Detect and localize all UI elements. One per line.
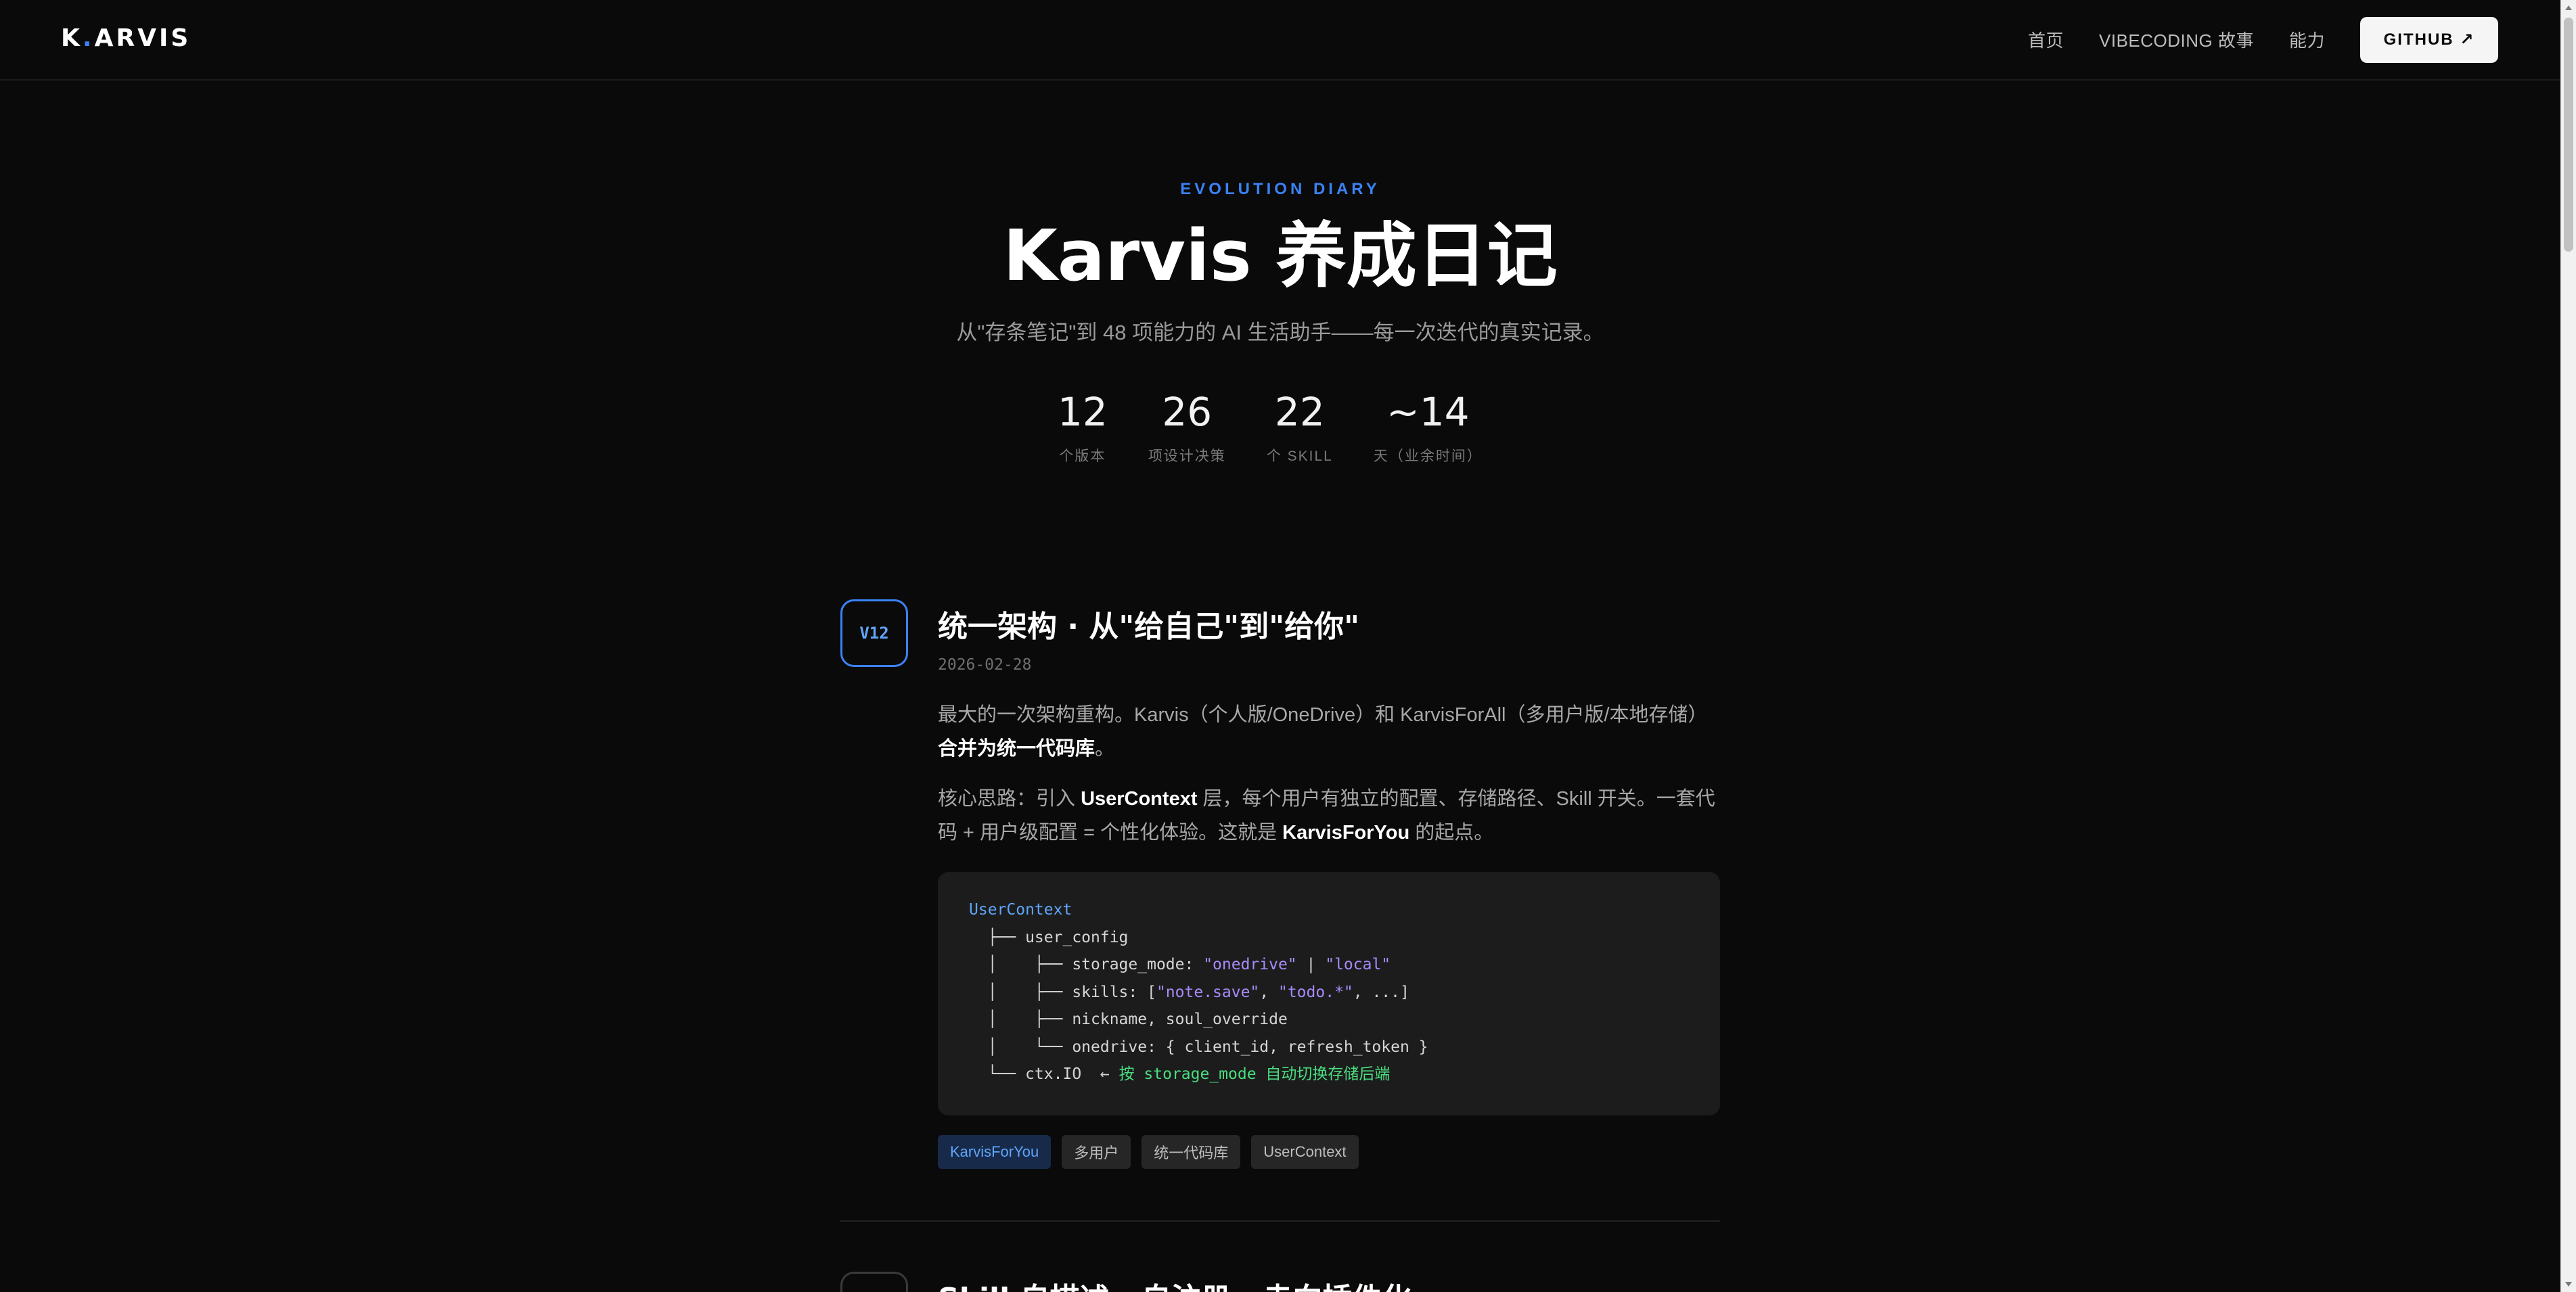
stat-decisions: 26 项设计决策 [1148, 388, 1226, 465]
stat-versions: 12 个版本 [1058, 388, 1108, 465]
version-badge [840, 1272, 908, 1292]
scroll-down-arrow-icon[interactable] [2565, 1282, 2572, 1287]
nav-link-vibecoding-story[interactable]: VIBECODING 故事 [2099, 27, 2254, 52]
hero-eyebrow: EVOLUTION DIARY [1180, 180, 1380, 198]
divider [840, 1220, 1720, 1222]
tag[interactable]: KarvisForYou [938, 1135, 1052, 1169]
tag[interactable]: 多用户 [1062, 1135, 1131, 1169]
page: K.ARVIS 首页 VIBECODING 故事 能力 GITHUB ↗ EVO… [0, 0, 2560, 1292]
paragraph-text: 的起点。 [1409, 822, 1494, 844]
stat-value: 26 [1162, 389, 1213, 435]
entry-date: 2026-02-28 [938, 656, 1032, 674]
code-line: ├── user_config [969, 928, 1129, 946]
paragraph-text: 最大的一次架构重构。Karvis（个人版/OneDrive）和 KarvisFo… [938, 704, 1708, 726]
tag-list: KarvisForYou 多用户 统一代码库 UserContext [938, 1135, 1370, 1169]
nav-link-home[interactable]: 首页 [2028, 27, 2064, 52]
logo[interactable]: K.ARVIS [61, 24, 191, 52]
code-line: │ ├── nickname, soul_override [969, 1011, 1288, 1028]
paragraph-text: 核心思路：引入 [938, 788, 1081, 810]
stat-days: ~14 天（业余时间） [1374, 388, 1483, 465]
code-line: └── ctx.IO ← 按 storage_mode 自动切换存储后端 [969, 1065, 1391, 1083]
entry-title: Skill 自描述 · 自注册 · 走向插件化 [938, 1274, 1411, 1292]
paragraph-emphasis: UserContext [1081, 788, 1198, 810]
paragraph-emphasis: KarvisForYou [1282, 822, 1410, 844]
page-title: Karvis 养成日记 [1003, 214, 1558, 297]
top-nav: K.ARVIS 首页 VIBECODING 故事 能力 GITHUB ↗ [0, 0, 2560, 80]
code-line: │ └── onedrive: { client_id, refresh_tok… [969, 1038, 1428, 1056]
nav-links: 首页 VIBECODING 故事 能力 GITHUB ↗ [2028, 0, 2560, 79]
github-button[interactable]: GITHUB ↗ [2360, 16, 2498, 63]
entry-paragraph: 最大的一次架构重构。Karvis（个人版/OneDrive）和 KarvisFo… [938, 698, 1720, 766]
entry-paragraph: 核心思路：引入 UserContext 层，每个用户有独立的配置、存储路径、Sk… [938, 782, 1720, 850]
tag[interactable]: UserContext [1251, 1135, 1359, 1169]
stat-value: 12 [1058, 389, 1108, 435]
code-line: │ ├── skills: ["note.save", "todo.*", ..… [969, 983, 1409, 1001]
scrollbar[interactable] [2560, 0, 2576, 1292]
scroll-up-arrow-icon[interactable] [2565, 5, 2572, 10]
stats-row: 12 个版本 26 项设计决策 22 个 SKILL ~14 天（业余时间） [1058, 388, 1483, 465]
nav-link-capabilities[interactable]: 能力 [2289, 27, 2325, 52]
stat-label: 天（业余时间） [1373, 448, 1483, 464]
code-line: │ ├── storage_mode: "onedrive" | "local" [969, 956, 1391, 973]
paragraph-emphasis: 合并为统一代码库 [938, 738, 1095, 760]
stat-label: 个版本 [1059, 448, 1106, 464]
scrollbar-thumb[interactable] [2564, 18, 2573, 252]
stat-value: 22 [1274, 389, 1325, 435]
paragraph-text: 。 [1095, 738, 1115, 760]
code-line: UserContext [969, 901, 1072, 919]
stat-value: ~14 [1386, 389, 1470, 435]
hero-subtitle: 从"存条笔记"到 48 项能力的 AI 生活助手——每一次迭代的真实记录。 [956, 321, 1604, 344]
stat-skills: 22 个 SKILL [1267, 388, 1333, 465]
code-block: UserContext ├── user_config │ ├── storag… [938, 872, 1720, 1115]
version-badge: V12 [840, 599, 908, 667]
entry-title: 统一架构 · 从"给自己"到"给你" [938, 609, 1360, 644]
stat-label: 个 SKILL [1266, 448, 1333, 464]
tag[interactable]: 统一代码库 [1142, 1135, 1241, 1169]
stat-label: 项设计决策 [1148, 448, 1226, 464]
